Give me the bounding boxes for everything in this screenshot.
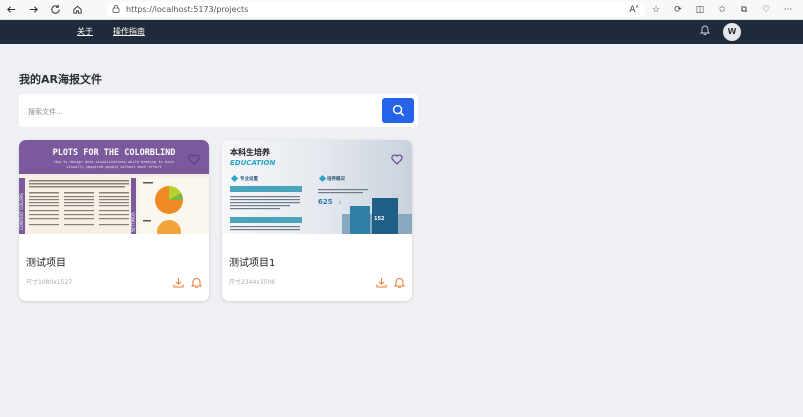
address-bar[interactable]: https://localhost:5173/projects bbox=[106, 2, 646, 17]
poster-subtitle: How to design data visualizations while … bbox=[55, 160, 174, 164]
project-thumbnail[interactable]: PLOTS FOR THE COLORBLIND How to design d… bbox=[19, 140, 209, 234]
search-icon bbox=[392, 104, 404, 117]
poster-stat-2: 152 bbox=[374, 216, 385, 222]
back-icon[interactable] bbox=[0, 0, 22, 19]
browser-essentials-icon[interactable]: ♡ bbox=[755, 5, 777, 15]
home-icon[interactable] bbox=[66, 0, 88, 19]
ar-preview-button[interactable] bbox=[190, 273, 203, 292]
refresh-icon[interactable] bbox=[44, 0, 66, 19]
download-icon bbox=[173, 278, 184, 288]
project-card[interactable]: PLOTS FOR THE COLORBLIND How to design d… bbox=[19, 140, 209, 301]
download-icon bbox=[376, 278, 387, 288]
project-size: 尺寸1080x1527 bbox=[26, 279, 73, 286]
download-button[interactable] bbox=[376, 273, 387, 292]
project-card[interactable]: 本科生培养 EDUCATION 专业设置 培养概况 625 人 152 测试项目… bbox=[222, 140, 412, 301]
lock-icon bbox=[112, 4, 120, 15]
search-button[interactable] bbox=[382, 98, 414, 123]
extensions-icon[interactable]: ⟳ bbox=[667, 5, 689, 15]
poster-section: 培养概况 bbox=[327, 175, 345, 182]
ar-preview-button[interactable] bbox=[393, 273, 406, 292]
heart-icon bbox=[391, 154, 403, 165]
nav-link-about[interactable]: 关于 bbox=[77, 26, 93, 37]
forward-icon[interactable] bbox=[22, 0, 44, 19]
poster-side-label-2: SETTINGS bbox=[131, 212, 136, 232]
project-name: 测试项目1 bbox=[229, 258, 276, 269]
search-input[interactable] bbox=[19, 94, 390, 129]
search-bar bbox=[19, 94, 418, 129]
favorite-button[interactable] bbox=[188, 150, 200, 169]
heart-icon bbox=[188, 154, 200, 165]
notification-bell-icon[interactable] bbox=[698, 24, 712, 38]
read-aloud-icon[interactable]: Aʌ bbox=[623, 4, 645, 15]
browser-toolbar: https://localhost:5173/projects Aʌ ☆ ⟳ ◫… bbox=[0, 0, 803, 20]
collections-icon[interactable]: ⧉ bbox=[733, 5, 755, 15]
favorite-button[interactable] bbox=[391, 150, 403, 169]
poster-title: PLOTS FOR THE COLORBLIND bbox=[53, 148, 176, 158]
poster-section: 专业设置 bbox=[240, 175, 258, 182]
split-screen-icon[interactable]: ◫ bbox=[689, 5, 711, 15]
app-header: 关于 操作指南 W bbox=[0, 20, 803, 44]
poster-stat-unit: 人 bbox=[338, 200, 342, 205]
address-url: https://localhost:5173/projects bbox=[126, 5, 249, 14]
page-title: 我的AR海报文件 bbox=[19, 73, 102, 86]
browser-window: https://localhost:5173/projects Aʌ ☆ ⟳ ◫… bbox=[0, 0, 803, 417]
favorites-icon[interactable]: ✩ bbox=[711, 5, 733, 15]
nav-link-guide[interactable]: 操作指南 bbox=[113, 26, 145, 37]
bell-icon bbox=[190, 278, 203, 289]
bell-icon bbox=[393, 278, 406, 289]
user-avatar[interactable]: W bbox=[723, 23, 741, 41]
favorite-star-icon[interactable]: ☆ bbox=[645, 5, 667, 15]
poster-subtitle: visually impaired people without much ef… bbox=[66, 165, 161, 169]
poster-stat: 625 bbox=[318, 198, 333, 206]
browser-actions: Aʌ ☆ ⟳ ◫ ✩ ⧉ ♡ ··· bbox=[623, 0, 799, 19]
more-menu-icon[interactable]: ··· bbox=[777, 5, 799, 15]
download-button[interactable] bbox=[173, 273, 184, 292]
poster-side-label: CONTEXT COLORS bbox=[19, 193, 24, 230]
poster-title: 本科生培养 bbox=[229, 147, 270, 157]
poster-subtitle: EDUCATION bbox=[230, 159, 275, 167]
project-thumbnail[interactable]: 本科生培养 EDUCATION 专业设置 培养概况 625 人 152 bbox=[222, 140, 412, 234]
project-size: 尺寸2344x3506 bbox=[229, 279, 276, 286]
project-name: 测试项目 bbox=[26, 258, 66, 269]
